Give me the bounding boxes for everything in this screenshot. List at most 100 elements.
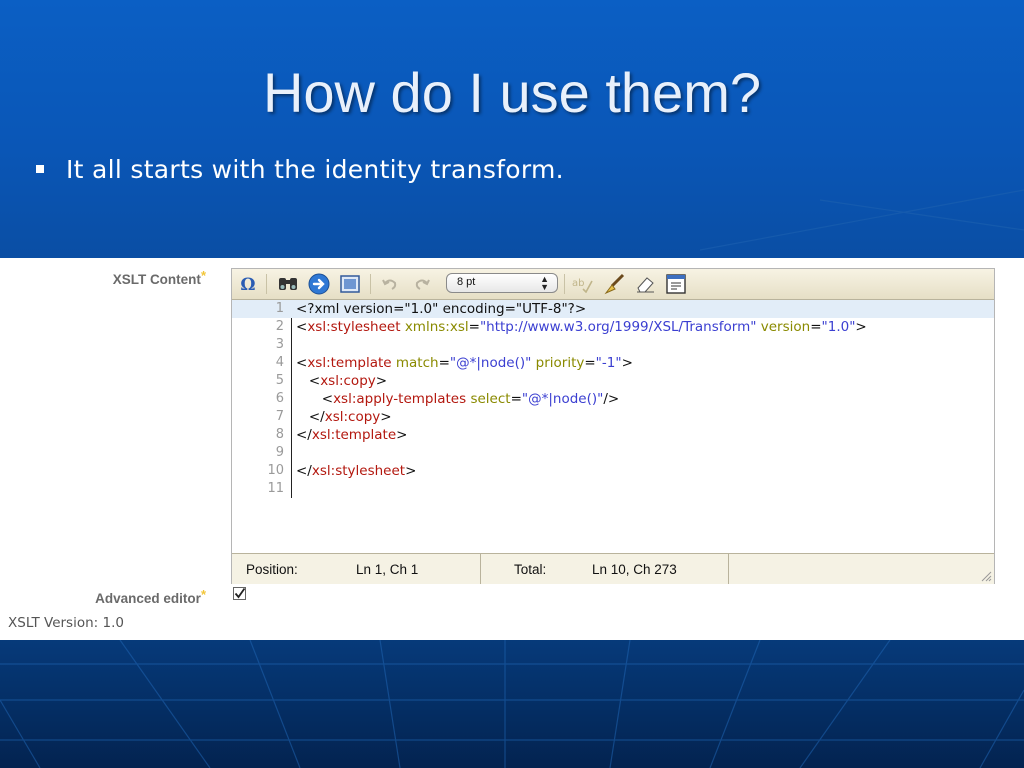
code-token: xmlns:xsl <box>404 319 469 335</box>
code-token: < <box>296 319 308 335</box>
bullet-marker <box>36 165 44 173</box>
line-number: 2 <box>275 319 284 334</box>
binoculars-icon[interactable] <box>276 272 300 296</box>
total-value: Ln 10, Ch 273 <box>592 562 677 577</box>
brush-icon[interactable] <box>602 272 626 296</box>
redo-icon[interactable] <box>410 272 434 296</box>
code-token: </ <box>296 427 312 443</box>
code-token: "-1" <box>595 355 622 371</box>
code-token: = <box>810 319 822 335</box>
code-token: > <box>380 409 392 425</box>
code-token: "1.0" <box>821 319 856 335</box>
slide-title: How do I use them? <box>262 61 762 124</box>
code-token: xsl:apply-templates <box>333 391 467 407</box>
advanced-editor-label: Advanced editor* <box>95 587 206 606</box>
editor-statusbar: Position: Ln 1, Ch 1 Total: Ln 10, Ch 27… <box>232 553 994 584</box>
statusbar-divider <box>728 554 729 584</box>
advanced-editor-checkbox[interactable] <box>233 587 246 600</box>
code-text: </xsl:stylesheet> <box>296 462 416 480</box>
code-token: "@*|node()" <box>521 391 604 407</box>
code-token: xsl:copy <box>324 409 381 425</box>
code-token: /> <box>603 391 620 407</box>
line-number: 9 <box>275 445 284 460</box>
code-token: > <box>405 463 417 479</box>
code-token: xsl:stylesheet <box>307 319 401 335</box>
code-token: > <box>621 355 633 371</box>
code-line[interactable]: 11 <box>232 480 994 498</box>
code-text: <xsl:stylesheet xmlns:xsl="http://www.w3… <box>296 318 867 336</box>
code-token: > <box>396 427 408 443</box>
code-text: </xsl:template> <box>296 426 407 444</box>
code-line[interactable]: 7 </xsl:copy> <box>232 408 994 426</box>
goto-icon[interactable] <box>307 272 331 296</box>
code-token: = <box>438 355 450 371</box>
preview-icon[interactable] <box>664 272 688 296</box>
code-area[interactable]: 1 <?xml version="1.0" encoding="UTF-8"?> 2… <box>232 300 994 553</box>
toolbar-separator <box>564 274 565 294</box>
window-icon[interactable] <box>338 272 362 296</box>
eraser-icon[interactable] <box>633 272 657 296</box>
toolbar-separator <box>370 274 371 294</box>
xslt-content-label-text: XSLT Content <box>112 272 201 287</box>
code-line[interactable]: 2 <xsl:stylesheet xmlns:xsl="http://www.w… <box>232 318 994 336</box>
statusbar-divider <box>480 554 481 584</box>
code-text: <xsl:apply-templates select="@*|node()"/… <box>296 390 619 408</box>
editor-toolbar: Ω 8 pt ▲ ▼ ab <box>232 269 994 300</box>
code-text: <xsl:template match="@*|node()" priority… <box>296 354 633 372</box>
code-token: "http://www.w3.org/1999/XSL/Transform" <box>479 319 757 335</box>
line-number: 8 <box>275 427 284 442</box>
code-token: xsl:stylesheet <box>311 463 406 479</box>
embedded-screenshot: XSLT Content* Ω 8 pt ▲ ▼ ab 1 <?xml vers… <box>0 258 1024 640</box>
code-token: < <box>296 355 308 371</box>
position-value: Ln 1, Ch 1 <box>356 562 419 577</box>
code-token: </ <box>296 409 325 425</box>
xslt-editor[interactable]: Ω 8 pt ▲ ▼ ab 1 <?xml version="1.0" enco… <box>231 268 995 584</box>
code-token: priority <box>535 355 585 371</box>
code-token: <?xml version="1.0" encoding="UTF-8"?> <box>296 301 587 317</box>
code-token: "@*|node()" <box>449 355 532 371</box>
advanced-editor-label-text: Advanced editor <box>95 591 201 606</box>
font-size-value: 8 pt <box>457 276 476 288</box>
xslt-version-text: XSLT Version: 1.0 <box>8 615 124 631</box>
code-text: <?xml version="1.0" encoding="UTF-8"?> <box>296 300 586 318</box>
omega-icon[interactable]: Ω <box>236 272 260 296</box>
code-line[interactable]: 1 <?xml version="1.0" encoding="UTF-8"?> <box>232 300 994 318</box>
code-token: xsl:template <box>311 427 397 443</box>
xslt-content-label: XSLT Content* <box>112 268 206 287</box>
code-line[interactable]: 4 <xsl:template match="@*|node()" priorit… <box>232 354 994 372</box>
line-number: 3 <box>275 337 284 352</box>
code-text: </xsl:copy> <box>296 408 392 426</box>
code-line[interactable]: 9 <box>232 444 994 462</box>
spellcheck-icon[interactable]: ab <box>570 272 594 296</box>
select-arrows-icon: ▲ ▼ <box>540 274 549 292</box>
code-token: xsl:template <box>307 355 392 371</box>
line-number: 11 <box>267 481 284 496</box>
line-number: 6 <box>275 391 284 406</box>
required-star-icon: * <box>200 587 206 602</box>
line-number: 1 <box>275 301 284 316</box>
code-line[interactable]: 5 <xsl:copy> <box>232 372 994 390</box>
code-line[interactable]: 6 <xsl:apply-templates select="@*|node()… <box>232 390 994 408</box>
bullet-item: It all starts with the identity transfor… <box>36 154 564 184</box>
line-number: 5 <box>275 373 284 388</box>
line-number: 4 <box>275 355 284 370</box>
bullet-text: It all starts with the identity transfor… <box>66 154 564 184</box>
code-token: < <box>296 391 334 407</box>
code-token: = <box>468 319 480 335</box>
code-text: <xsl:copy> <box>296 372 387 390</box>
svg-text:Ω: Ω <box>240 275 255 294</box>
total-label: Total: <box>514 562 547 577</box>
resize-grip-icon[interactable] <box>980 570 992 582</box>
required-star-icon: * <box>200 268 206 283</box>
code-token: xsl:copy <box>320 373 376 389</box>
code-token: </ <box>296 463 312 479</box>
font-size-select[interactable]: 8 pt ▲ ▼ <box>446 273 558 293</box>
undo-icon[interactable] <box>378 272 402 296</box>
code-line[interactable]: 3 <box>232 336 994 354</box>
toolbar-separator <box>266 274 267 294</box>
code-line[interactable]: 10 </xsl:stylesheet> <box>232 462 994 480</box>
code-line[interactable]: 8 </xsl:template> <box>232 426 994 444</box>
position-label: Position: <box>246 562 298 577</box>
code-token: = <box>584 355 596 371</box>
svg-text:ab: ab <box>572 278 584 289</box>
